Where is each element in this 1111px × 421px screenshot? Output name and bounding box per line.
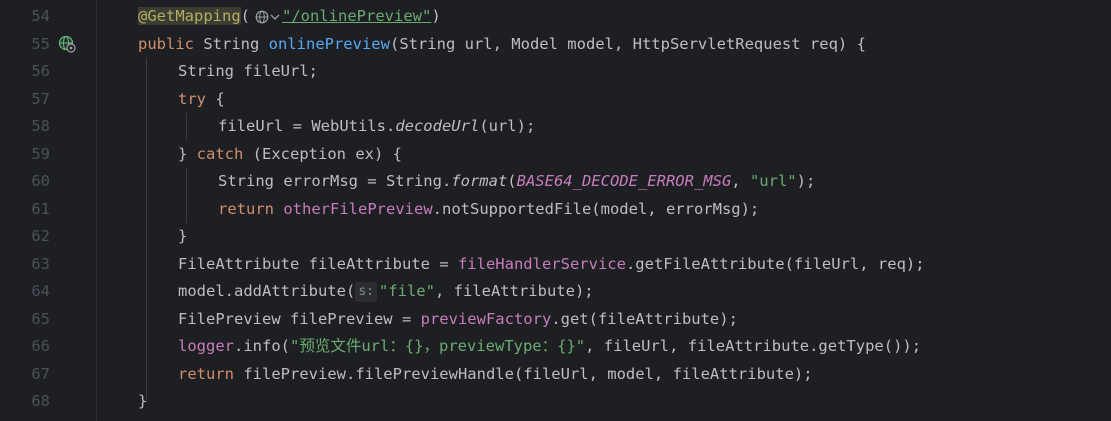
method-name[interactable]: onlinePreview <box>269 35 390 53</box>
return-type: String <box>194 34 269 53</box>
string-literal: "预览文件url：{}，previewType：{}" <box>290 337 586 355</box>
field-reference[interactable]: fileHandlerService <box>458 255 626 273</box>
field-reference[interactable]: logger <box>178 337 234 355</box>
field-reference[interactable]: otherFilePreview <box>283 200 432 218</box>
code-line-65[interactable]: FilePreview filePreview = previewFactory… <box>98 306 1111 334</box>
code-line-54[interactable]: @GetMapping( "/onlinePreview") <box>98 3 1111 31</box>
code-line-68[interactable]: } <box>98 388 1111 416</box>
method-call: .notSupportedFile(model, errorMsg); <box>432 199 760 218</box>
line-number: 63 <box>31 254 50 273</box>
line-number: 56 <box>31 62 50 80</box>
code-line-67[interactable]: return filePreview.filePreviewHandle(fil… <box>98 361 1111 389</box>
line-number: 59 <box>31 144 50 163</box>
field-reference[interactable]: previewFactory <box>421 310 552 328</box>
parameters: (String url, Model model, HttpServletReq… <box>389 34 866 53</box>
constant[interactable]: BASE64_DECODE_ERROR_MSG <box>517 172 732 190</box>
statement: model.addAttribute( <box>178 282 356 300</box>
keyword: try <box>178 89 206 108</box>
brace: } <box>178 144 197 163</box>
brace: } <box>138 392 148 410</box>
globe-icon[interactable] <box>255 10 280 24</box>
code-line-55[interactable]: public String onlinePreview(String url, … <box>98 31 1111 59</box>
paren: ( <box>507 172 517 190</box>
annotation[interactable]: @GetMapping <box>138 7 241 25</box>
brace: { <box>206 89 225 108</box>
code-line-58[interactable]: fileUrl = WebUtils.decodeUrl(url); <box>98 113 1111 141</box>
keyword: return <box>178 364 234 383</box>
static-method-call[interactable]: format <box>451 172 507 190</box>
statement: FileAttribute fileAttribute = <box>178 254 458 273</box>
chevron-down-icon <box>270 14 280 20</box>
line-number: 57 <box>31 89 50 108</box>
line-number: 54 <box>31 7 50 25</box>
statement: FilePreview filePreview = <box>178 309 421 328</box>
code-line-62[interactable]: } <box>98 223 1111 251</box>
line-number: 61 <box>31 199 50 218</box>
code-content[interactable]: @GetMapping("/onlinePreview") public Str… <box>98 3 1111 421</box>
paren: ( <box>240 7 250 25</box>
line-number: 68 <box>31 392 50 410</box>
web-endpoint-globe-icon[interactable] <box>58 35 76 53</box>
code-line-64[interactable]: model.addAttribute(s: "file", fileAttribu… <box>98 278 1111 306</box>
arguments: (url); <box>479 117 536 135</box>
separator: , <box>731 172 750 190</box>
static-method-call[interactable]: decodeUrl <box>395 117 479 135</box>
paren: ); <box>796 172 816 190</box>
line-number-gutter[interactable]: 54 55 56 57 58 59 60 61 62 63 64 65 66 6… <box>0 0 96 421</box>
endpoint-url-string[interactable]: "/onlinePreview" <box>282 7 431 25</box>
statement: fileUrl = WebUtils. <box>218 117 396 135</box>
keyword: catch <box>196 144 244 163</box>
code-line-56[interactable]: String fileUrl; <box>98 58 1111 86</box>
string-literal: "url" <box>749 172 797 190</box>
code-line-57[interactable]: try { <box>98 86 1111 114</box>
method-call: .get(fileAttribute); <box>551 309 738 328</box>
string-literal: "file" <box>378 282 435 300</box>
keyword: return <box>218 199 274 218</box>
brace: } <box>178 227 188 245</box>
statement: String errorMsg = String. <box>218 172 452 190</box>
code-line-61[interactable]: return otherFilePreview.notSupportedFile… <box>98 196 1111 224</box>
keyword: public <box>138 34 194 53</box>
line-number: 58 <box>31 117 50 135</box>
code-line-66[interactable]: logger.info("预览文件url：{}，previewType：{}",… <box>98 333 1111 361</box>
statement: String fileUrl; <box>178 62 318 80</box>
arguments: , fileUrl, fileAttribute.getType()); <box>585 337 922 355</box>
gutter-separator <box>96 0 97 421</box>
code-editor[interactable]: 54 55 56 57 58 59 60 61 62 63 64 65 66 6… <box>0 0 1111 421</box>
line-number: 66 <box>31 337 50 355</box>
paren: ) <box>431 7 441 25</box>
line-number: 55 <box>31 34 50 53</box>
line-number: 65 <box>31 309 50 328</box>
arguments: , fileAttribute); <box>434 282 594 300</box>
line-number: 64 <box>31 282 50 300</box>
code-line-59[interactable]: } catch (Exception ex) { <box>98 141 1111 169</box>
parameter-hint: s: <box>355 282 377 302</box>
statement: filePreview.filePreviewHandle(fileUrl, m… <box>234 364 813 383</box>
code-line-63[interactable]: FileAttribute fileAttribute = fileHandle… <box>98 251 1111 279</box>
catch-clause: (Exception ex) { <box>243 144 402 163</box>
line-number: 60 <box>31 172 50 190</box>
method-call: .info( <box>234 337 290 355</box>
code-line-60[interactable]: String errorMsg = String.format(BASE64_D… <box>98 168 1111 196</box>
line-number: 67 <box>31 364 50 383</box>
line-number: 62 <box>31 227 50 245</box>
method-call: .getFileAttribute(fileUrl, req); <box>625 254 925 273</box>
